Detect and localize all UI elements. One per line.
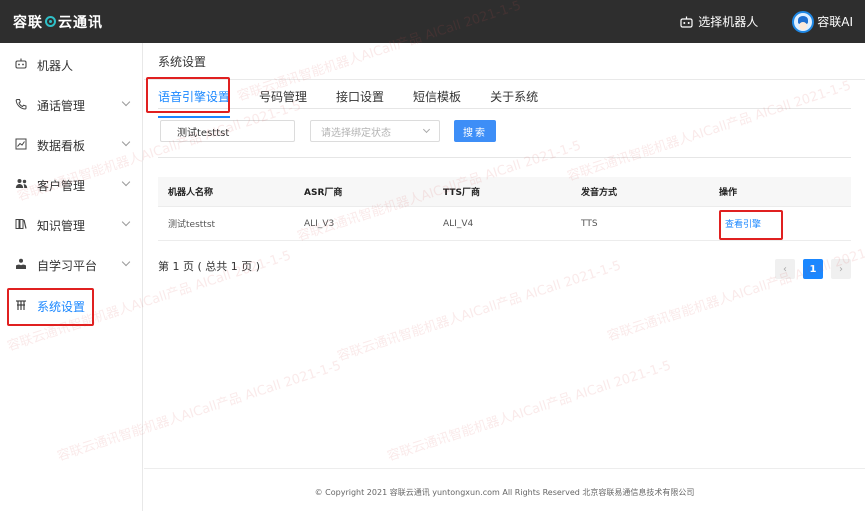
chart-icon [14, 138, 28, 153]
learning-icon [14, 258, 28, 273]
table-row: 测试testtst ALI_V3 ALI_V4 TTS 查看引擎 [158, 207, 851, 241]
divider [144, 79, 865, 80]
cell-voice-mode: TTS [581, 218, 598, 229]
pagination-info: 第 1 页 ( 总共 1 页 ) [158, 260, 261, 273]
chevron-down-icon [121, 137, 131, 147]
pagination: ‹ 1 › [767, 259, 851, 279]
column-header: 操作 [719, 188, 738, 198]
chevron-down-icon [121, 257, 131, 267]
user-menu[interactable]: 容联AI [792, 10, 853, 33]
column-header: 机器人名称 [168, 188, 214, 198]
highlight-box [719, 210, 783, 240]
cell-tts-vendor: ALI_V4 [443, 218, 474, 229]
logo: 容联 云通讯 [13, 14, 103, 31]
avatar [792, 10, 815, 33]
tab-number-management[interactable]: 号码管理 [259, 88, 307, 110]
knowledge-icon [14, 218, 28, 233]
chevron-down-icon [422, 125, 431, 134]
sidebar-item-self-learning[interactable]: 自学习平台 [0, 251, 143, 279]
page-button-current[interactable]: 1 [803, 259, 823, 279]
footer-copyright: © Copyright 2021 容联云通讯 yuntongxun.com Al… [314, 488, 695, 497]
divider [158, 108, 851, 109]
column-header: 发音方式 [581, 188, 618, 198]
robot-icon [680, 16, 693, 28]
highlight-box [146, 77, 230, 113]
chevron-down-icon [121, 217, 131, 227]
sidebar: 机器人 通话管理 数据看板 客户管理 知识管理 自学习平台 系统设置 [0, 43, 143, 511]
binding-status-select[interactable]: 请选择绑定状态 [310, 120, 440, 142]
top-bar: 容联 云通讯 选择机器人 容联AI [0, 0, 865, 43]
chevron-down-icon [121, 97, 131, 107]
select-robot-button[interactable]: 选择机器人 [680, 13, 758, 30]
sidebar-item-knowledge-management[interactable]: 知识管理 [0, 211, 143, 239]
column-header: ASR厂商 [304, 188, 343, 198]
users-icon [14, 178, 28, 192]
cell-robot-name: 测试testtst [168, 220, 216, 230]
tab-about-system[interactable]: 关于系统 [490, 88, 538, 110]
sidebar-item-robot[interactable]: 机器人 [0, 51, 143, 79]
logo-ring-icon [45, 16, 56, 27]
breadcrumb: 系统设置 [158, 55, 207, 69]
column-header: TTS厂商 [443, 188, 480, 198]
sidebar-item-call-management[interactable]: 通话管理 [0, 91, 143, 119]
cell-asr-vendor: ALI_V3 [304, 218, 335, 229]
sidebar-item-customer-management[interactable]: 客户管理 [0, 171, 143, 199]
search-button[interactable]: 搜索 [454, 120, 496, 142]
tab-sms-templates[interactable]: 短信模板 [413, 88, 461, 110]
robot-name-input[interactable] [160, 120, 295, 142]
chevron-down-icon [121, 177, 131, 187]
sidebar-item-data-dashboard[interactable]: 数据看板 [0, 131, 143, 159]
main-content: 系统设置 语音引擎设置 号码管理 接口设置 短信模板 关于系统 请选择绑定状态 … [144, 43, 865, 511]
phone-icon [14, 98, 28, 113]
prev-page-button[interactable]: ‹ [775, 259, 795, 279]
engine-table: 机器人名称 ASR厂商 TTS厂商 发音方式 操作 测试testtst ALI_… [158, 177, 851, 241]
highlight-box [7, 288, 94, 326]
table-header: 机器人名称 ASR厂商 TTS厂商 发音方式 操作 [158, 177, 851, 207]
divider [158, 157, 851, 158]
next-page-button[interactable]: › [831, 259, 851, 279]
tab-api-settings[interactable]: 接口设置 [336, 88, 384, 110]
robot-icon [14, 58, 28, 72]
divider [144, 468, 865, 469]
